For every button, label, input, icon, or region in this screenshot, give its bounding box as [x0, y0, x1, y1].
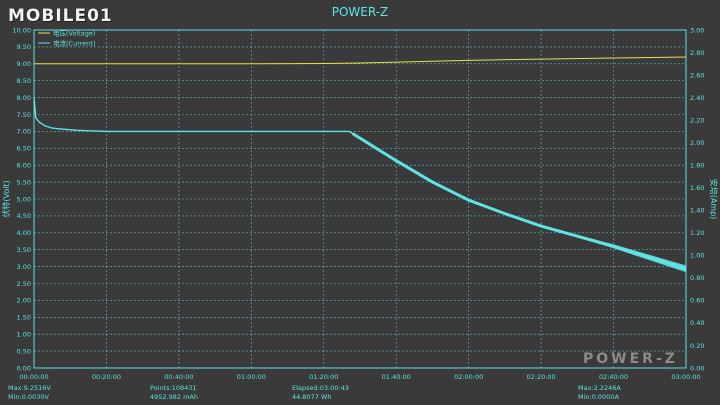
y-left-tick-label: 1.50 [17, 314, 31, 322]
y-left-tick-label: 5.00 [17, 195, 31, 203]
stat-min-current: Min:0.0000A [578, 393, 619, 401]
y-left-tick-label: 1.00 [17, 331, 31, 339]
y-left-tick-label: 0.00 [17, 364, 31, 372]
y-right-tick-label: 1.40 [690, 207, 704, 215]
stat-capacity-mah: 4952.982 mAh [150, 393, 198, 401]
x-tick-label: 00:00:00 [19, 373, 48, 381]
y-right-tick-label: 3.00 [690, 26, 704, 34]
current-decay-line [351, 132, 687, 271]
y-right-tick-label: 2.40 [690, 94, 704, 102]
y-left-tick-label: 7.50 [17, 111, 31, 119]
y-left-tick-label: 7.00 [17, 128, 31, 136]
y-axis-left-label: 伏特(Volt) [1, 180, 11, 217]
x-tick-label: 01:00:00 [237, 373, 266, 381]
y-left-tick-label: 2.00 [17, 297, 31, 305]
x-tick-label: 00:20:00 [92, 373, 121, 381]
y-left-tick-label: 2.50 [17, 280, 31, 288]
x-tick-label: 02:40:00 [599, 373, 628, 381]
x-tick-label: 00:40:00 [164, 373, 193, 381]
chart-title: POWER-Z [332, 5, 389, 19]
y-left-tick-label: 10.00 [12, 26, 31, 34]
y-left-tick-label: 5.50 [17, 178, 31, 186]
y-right-tick-label: 2.60 [690, 71, 704, 79]
y-left-tick-label: 3.50 [17, 246, 31, 254]
y-right-tick-label: 2.20 [690, 116, 704, 124]
stat-points: Points:108431 [150, 384, 197, 392]
y-right-tick-label: 1.20 [690, 229, 704, 237]
y-left-tick-label: 0.50 [17, 347, 31, 355]
y-left-tick-label: 4.00 [17, 229, 31, 237]
y-right-tick-label: 1.60 [690, 184, 704, 192]
y-right-tick-label: 0.20 [690, 342, 704, 350]
legend: 电压(Voltage)电流(Current) [38, 28, 96, 47]
power-z-watermark: POWER-Z [583, 351, 678, 367]
series-layer [33, 56, 687, 273]
legend-voltage-label: 电压(Voltage) [53, 28, 95, 37]
y-right-tick-label: 0.80 [690, 274, 704, 282]
tick-labels: 00:00:00 00:20:00 00:40:00 01:00:00 01:20:00… [12, 26, 704, 381]
y-left-tick-label: 9.50 [17, 43, 31, 51]
stat-min-voltage: Min:0.0030V [8, 393, 49, 401]
y-right-tick-label: 1.00 [690, 252, 704, 260]
x-tick-label: 03:00:00 [671, 373, 700, 381]
x-tick-label: 01:40:00 [382, 373, 411, 381]
stat-max-voltage: Max:9.2516V [8, 384, 51, 392]
stat-energy-wh: 44.8077 Wh [292, 393, 332, 401]
y-right-tick-label: 1.80 [690, 162, 704, 170]
chart: POWER-Z 00:00:00 00:20:00 00:40:00 01:00:00… [1, 5, 719, 381]
y-right-tick-label: 0.00 [690, 364, 704, 372]
y-left-tick-label: 9.00 [17, 60, 31, 68]
stat-elapsed: Elapsed:03:00:43 [292, 384, 349, 392]
y-axis-right-label: 安培(Amp) [709, 179, 719, 220]
y-right-tick-label: 0.60 [690, 297, 704, 305]
y-right-tick-label: 2.00 [690, 139, 704, 147]
x-tick-label: 02:00:00 [454, 373, 483, 381]
x-tick-label: 01:20:00 [309, 373, 338, 381]
current-line [33, 97, 687, 270]
y-left-tick-label: 6.50 [17, 145, 31, 153]
y-left-tick-label: 3.00 [17, 263, 31, 271]
y-left-tick-label: 8.50 [17, 77, 31, 85]
y-left-tick-label: 8.00 [17, 94, 31, 102]
y-left-tick-label: 6.00 [17, 162, 31, 170]
mobile01-logo: MOBILE01 [8, 6, 113, 26]
y-left-tick-label: 4.50 [17, 212, 31, 220]
x-tick-label: 02:20:00 [527, 373, 556, 381]
y-right-tick-label: 2.80 [690, 49, 704, 57]
voltage-line [34, 56, 687, 65]
legend-current-label: 电流(Current) [53, 38, 96, 47]
y-right-tick-label: 0.40 [690, 319, 704, 327]
stat-max-current: Max:2.2246A [578, 384, 621, 392]
grid [34, 30, 686, 368]
